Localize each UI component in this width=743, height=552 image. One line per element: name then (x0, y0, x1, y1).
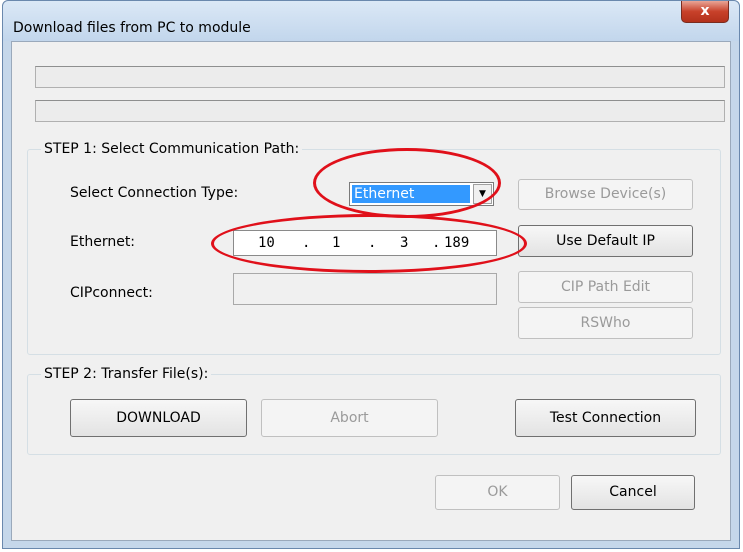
ethernet-label: Ethernet: (70, 234, 136, 250)
dialog-window: Download files from PC to module x STEP … (2, 0, 740, 549)
test-connection-button[interactable]: Test Connection (515, 399, 696, 437)
cancel-button[interactable]: Cancel (571, 475, 695, 510)
cipconnect-field[interactable] (233, 273, 497, 305)
window-title: Download files from PC to module (13, 20, 251, 36)
connection-type-label: Select Connection Type: (70, 185, 239, 201)
step1-label: STEP 1: Select Communication Path: (41, 141, 303, 157)
annotation-circle-connection-type (313, 148, 501, 218)
ok-button[interactable]: OK (435, 475, 560, 510)
cipconnect-label: CIPconnect: (70, 285, 153, 301)
abort-button[interactable]: Abort (261, 399, 438, 437)
download-button[interactable]: DOWNLOAD (70, 399, 247, 437)
use-default-ip-button[interactable]: Use Default IP (518, 225, 693, 257)
rswho-button[interactable]: RSWho (518, 307, 693, 339)
title-bar[interactable]: Download files from PC to module x (3, 1, 739, 41)
cip-path-edit-button[interactable]: CIP Path Edit (518, 271, 693, 303)
step2-label: STEP 2: Transfer File(s): (41, 366, 212, 382)
close-button[interactable]: x (681, 1, 729, 23)
close-icon: x (700, 3, 710, 19)
annotation-circle-ip-address (211, 214, 527, 273)
browse-devices-button[interactable]: Browse Device(s) (518, 179, 693, 210)
status-field-bottom (35, 100, 725, 122)
status-field-top (35, 66, 725, 88)
